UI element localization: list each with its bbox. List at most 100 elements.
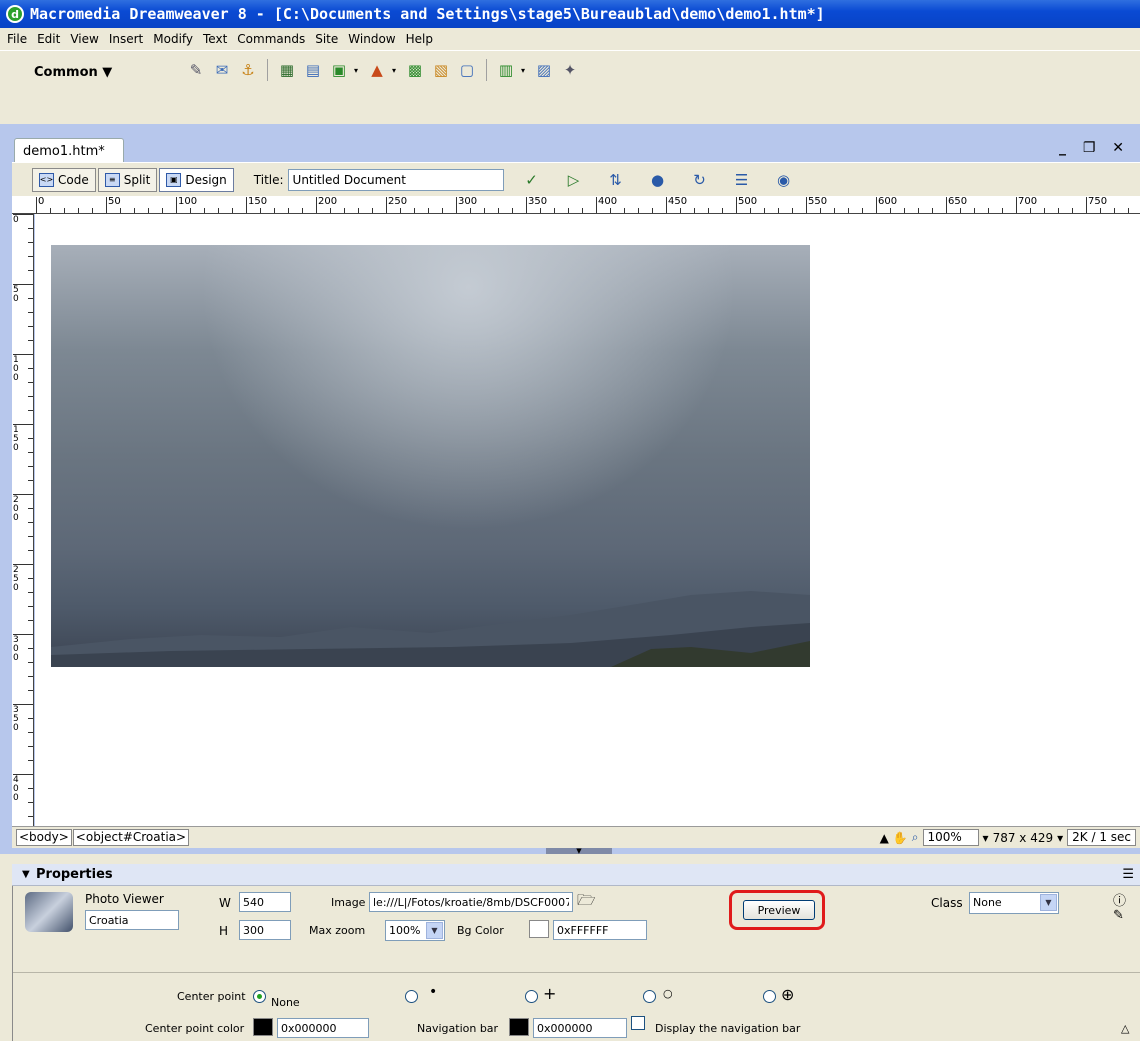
media-icon[interactable]: ▲	[366, 59, 388, 81]
bg-color-input[interactable]	[553, 920, 647, 940]
split-view-icon: ≡	[104, 172, 120, 187]
menu-insert[interactable]: Insert	[104, 32, 148, 46]
date-icon[interactable]: ▩	[404, 59, 426, 81]
center-point-radio-none[interactable]	[253, 990, 266, 1003]
center-point-color-input[interactable]	[277, 1018, 369, 1038]
media-dropdown-icon[interactable]: ▾	[392, 66, 400, 75]
document-window-controls[interactable]: _ ❐ ✕	[1059, 140, 1130, 156]
zoom-select[interactable]: 100%	[922, 829, 979, 846]
center-point-radio-dot[interactable]	[405, 990, 418, 1003]
tag-selector-body[interactable]: <body>	[16, 829, 72, 846]
menu-text[interactable]: Text	[198, 32, 232, 46]
ruler-tick	[988, 208, 989, 213]
max-zoom-value: 100%	[389, 924, 421, 937]
width-input[interactable]	[239, 892, 291, 912]
ruler-tick	[652, 208, 653, 213]
snippet-icon[interactable]: ✦	[559, 59, 581, 81]
comment-icon[interactable]: ▢	[456, 59, 478, 81]
document-title-input[interactable]	[287, 168, 504, 191]
ruler-tick	[848, 208, 849, 213]
table-icon[interactable]: ▦	[276, 59, 298, 81]
server-side-include-icon[interactable]: ▧	[430, 59, 452, 81]
ruler-tick	[974, 208, 975, 213]
window-size-select[interactable]: 787 x 429	[993, 831, 1054, 845]
panel-options-icon[interactable]: ☰	[1122, 867, 1134, 882]
ruler-tick	[28, 606, 33, 607]
templates-icon[interactable]: ▥	[495, 59, 517, 81]
display-navigation-bar-checkbox[interactable]	[631, 1016, 645, 1030]
navigation-bar-color-input[interactable]	[533, 1018, 627, 1038]
visual-aids-icon[interactable]: ◉	[770, 171, 798, 189]
menu-file[interactable]: File	[2, 32, 32, 46]
help-icon[interactable]: ⓘ	[1113, 890, 1126, 909]
object-type-label: Photo Viewer	[85, 892, 164, 906]
ruler-tick	[946, 197, 947, 213]
ruler-tick	[526, 197, 527, 213]
properties-body: Photo Viewer W H Image 🗁 Max zoom 100% ▼…	[12, 886, 1140, 1041]
layer-icon[interactable]: ▤	[302, 59, 324, 81]
code-view-button[interactable]: <> Code	[32, 167, 96, 192]
ruler-tick	[232, 208, 233, 213]
design-canvas[interactable]	[35, 214, 1140, 826]
ruler-label: 3 5 0	[13, 705, 19, 733]
ruler-tick	[540, 208, 541, 213]
class-select[interactable]: None ▼	[969, 892, 1059, 914]
bg-color-swatch[interactable]	[529, 920, 549, 938]
center-point-radio-target[interactable]	[763, 990, 776, 1003]
expand-panel-icon[interactable]: △	[1121, 1022, 1129, 1035]
edit-icon[interactable]: ✎	[1113, 908, 1124, 923]
menu-modify[interactable]: Modify	[148, 32, 198, 46]
browse-folder-icon[interactable]: 🗁	[577, 890, 596, 915]
center-point-color-swatch[interactable]	[253, 1018, 273, 1036]
center-point-radio-circle[interactable]	[643, 990, 656, 1003]
tag-selector-object[interactable]: <object#Croatia>	[72, 829, 190, 846]
tag-chooser-icon[interactable]: ▨	[533, 59, 555, 81]
ruler-tick	[1002, 208, 1003, 213]
image-dropdown-icon[interactable]: ▾	[354, 66, 362, 75]
email-link-icon[interactable]: ✉	[211, 59, 233, 81]
file-management-icon[interactable]: ⇅	[602, 171, 630, 189]
menu-view[interactable]: View	[65, 32, 103, 46]
templates-dropdown-icon[interactable]: ▾	[521, 66, 529, 75]
validation-icon[interactable]: ✓	[518, 171, 546, 189]
select-tool-icon[interactable]: ▲	[880, 831, 889, 845]
refresh-icon[interactable]: ↻	[686, 171, 714, 189]
image-icon[interactable]: ▣	[328, 59, 350, 81]
ruler-tick	[28, 690, 33, 691]
code-view-label: Code	[58, 172, 89, 187]
named-anchor-icon[interactable]: ⚓	[237, 59, 259, 81]
document-toolbar: <> Code ≡ Split ▣ Design Title: ✓ ▷ ⇅ ● …	[12, 162, 1140, 196]
menu-help[interactable]: Help	[401, 32, 438, 46]
ruler-label: 2 0 0	[13, 495, 19, 523]
status-bar: <body> <object#Croatia> ▲ ✋ ⌕ 100% ▾ 787…	[12, 826, 1140, 848]
ruler-tick	[624, 208, 625, 213]
object-name-input[interactable]	[85, 910, 179, 930]
center-point-radio-cross[interactable]	[525, 990, 538, 1003]
properties-header[interactable]: ▼ Properties ☰	[12, 864, 1140, 886]
navigation-bar-color-swatch[interactable]	[509, 1018, 529, 1036]
window-size-dropdown-icon[interactable]: ▾	[1057, 831, 1063, 845]
zoom-tool-icon[interactable]: ⌕	[912, 830, 919, 845]
design-view-button[interactable]: ▣ Design	[159, 167, 234, 192]
ruler-label: 750	[1088, 196, 1108, 207]
ruler-tick	[28, 270, 33, 271]
photo-viewer-object[interactable]	[51, 245, 810, 667]
document-tab[interactable]: demo1.htm*	[14, 138, 124, 164]
image-path-input[interactable]	[369, 892, 573, 912]
zoom-dropdown-icon[interactable]: ▾	[983, 831, 989, 845]
insert-category-dropdown[interactable]: Common ▼	[34, 65, 112, 80]
max-zoom-select[interactable]: 100% ▼	[385, 920, 445, 941]
height-input[interactable]	[239, 920, 291, 940]
ruler-tick	[218, 208, 219, 213]
chevron-down-icon: ▼	[426, 922, 443, 939]
browser-check-icon[interactable]: ▷	[560, 171, 588, 189]
split-view-button[interactable]: ≡ Split	[97, 167, 158, 192]
menu-commands[interactable]: Commands	[232, 32, 310, 46]
preview-in-browser-icon[interactable]: ●	[644, 171, 672, 189]
menu-edit[interactable]: Edit	[32, 32, 65, 46]
hand-tool-icon[interactable]: ✋	[893, 831, 908, 845]
view-options-icon[interactable]: ☰	[728, 171, 756, 189]
menu-site[interactable]: Site	[310, 32, 343, 46]
hyperlink-icon[interactable]: ✎	[185, 59, 207, 81]
menu-window[interactable]: Window	[343, 32, 400, 46]
